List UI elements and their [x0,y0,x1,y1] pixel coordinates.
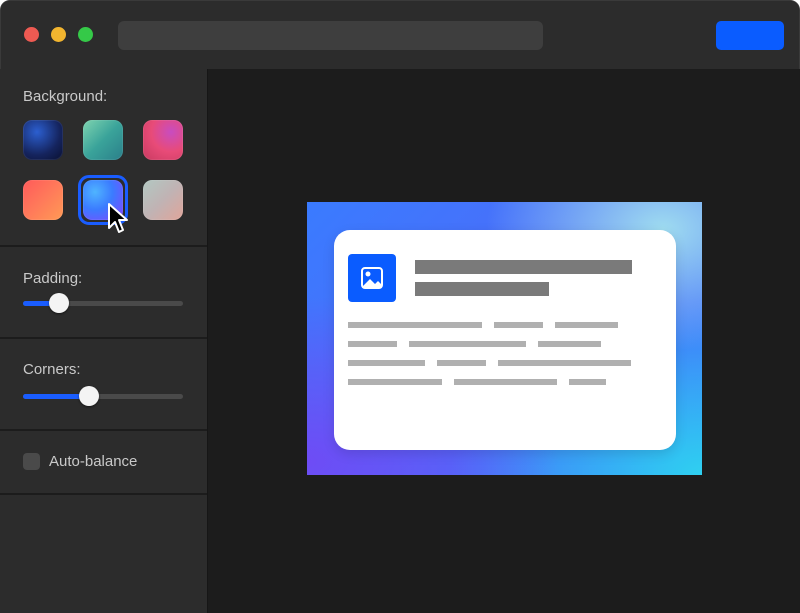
swatch-deep-blue[interactable] [23,120,63,160]
text-line [494,322,543,328]
settings-sidebar: Background: Padding: Corners: Auto-balan… [0,69,208,613]
auto-balance-label: Auto-balance [49,453,138,470]
url-bar[interactable] [118,21,543,50]
swatch-magenta-pink[interactable] [143,120,183,160]
padding-slider-knob[interactable] [49,293,69,313]
text-line [437,360,486,366]
padding-section: Padding: [0,247,207,339]
swatch-coral-orange[interactable] [23,180,63,220]
text-line [498,360,631,366]
minimize-window-button[interactable] [51,27,66,42]
corners-slider-knob[interactable] [79,386,99,406]
swatch-sage-peach[interactable] [143,180,183,220]
auto-balance-checkbox[interactable] [23,453,40,470]
auto-balance-section: Auto-balance [0,431,207,495]
title-bar [1,1,799,70]
text-line [348,360,425,366]
text-line [348,379,442,385]
close-window-button[interactable] [24,27,39,42]
card-title-bar [415,260,632,274]
background-section: Background: [0,69,207,247]
text-line [348,322,482,328]
mouse-cursor-icon [108,203,128,233]
text-line [409,341,526,347]
primary-action-button[interactable] [716,21,784,50]
card-subtitle-bar [415,282,549,296]
image-icon [348,254,396,302]
corners-slider-track[interactable] [23,394,183,399]
padding-label: Padding: [23,270,83,287]
text-line [538,341,601,347]
text-line [348,341,397,347]
text-line [569,379,606,385]
corners-label: Corners: [23,361,81,378]
text-line [454,379,557,385]
corners-section: Corners: [0,339,207,431]
swatch-teal-green[interactable] [83,120,123,160]
background-label: Background: [23,88,108,105]
padding-slider-track[interactable] [23,301,183,306]
zoom-window-button[interactable] [78,27,93,42]
preview-card [334,230,676,450]
text-line [555,322,618,328]
